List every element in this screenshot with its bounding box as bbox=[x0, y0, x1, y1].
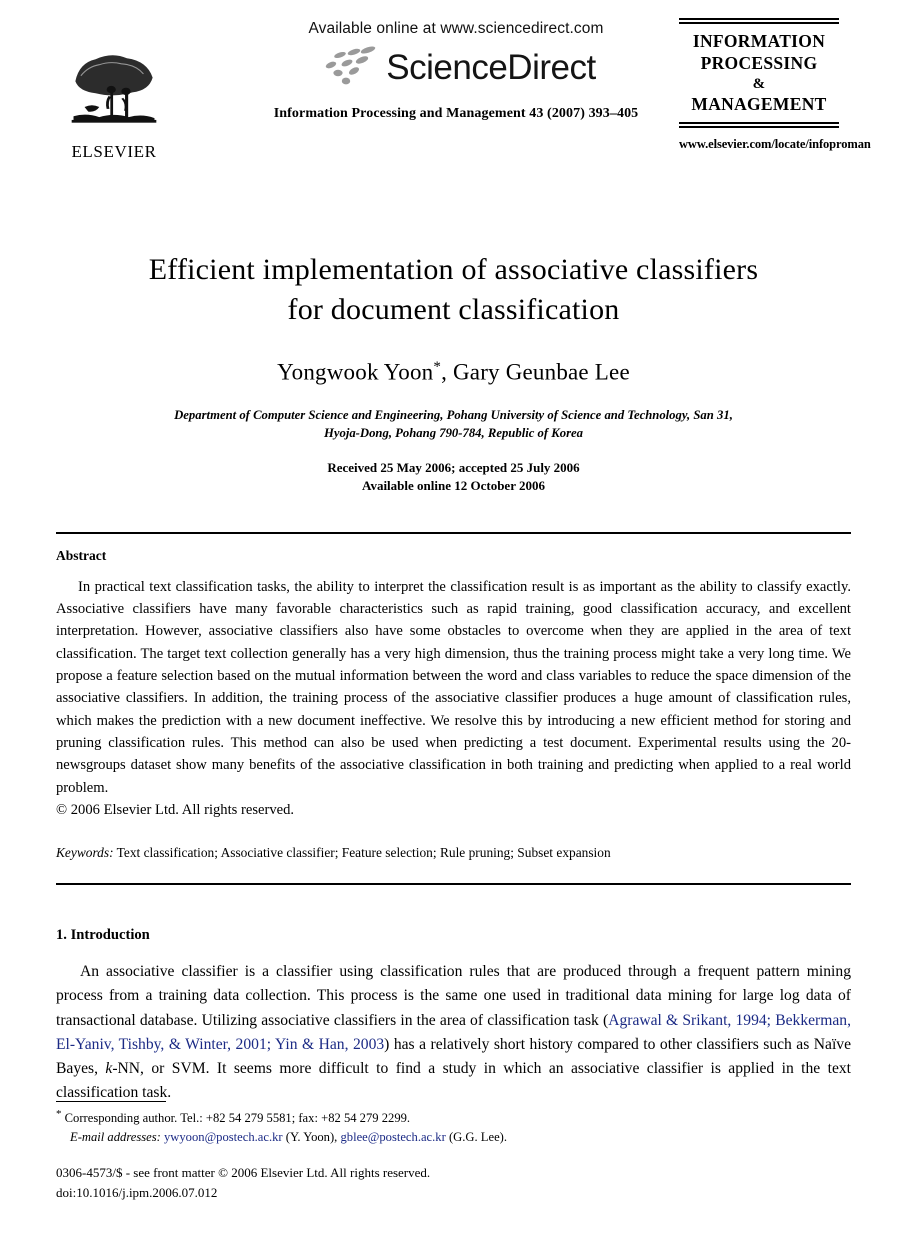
journal-homepage-url[interactable]: www.elsevier.com/locate/infoproman bbox=[679, 137, 871, 152]
email-link-lee[interactable]: gblee@postech.ac.kr bbox=[340, 1130, 445, 1144]
publication-dates: Received 25 May 2006; accepted 25 July 2… bbox=[56, 459, 851, 496]
author-name-2: , Gary Geunbae Lee bbox=[441, 359, 630, 385]
intro-text-part-3: -NN, or SVM. It seems more difficult to … bbox=[56, 1059, 851, 1102]
page-title: Efficient implementation of associative … bbox=[56, 250, 851, 329]
introduction-paragraph: An associative classifier is a classifie… bbox=[56, 960, 851, 1105]
footnote-marker: * bbox=[56, 1108, 62, 1121]
available-online-date: Available online 12 October 2006 bbox=[362, 478, 545, 494]
sciencedirect-block: Available online at www.sciencedirect.co… bbox=[246, 20, 666, 122]
sciencedirect-logo-row: ScienceDirect bbox=[246, 44, 666, 90]
corresponding-author-note: * Corresponding author. Tel.: +82 54 279… bbox=[56, 1107, 851, 1127]
title-line-2: for document classification bbox=[287, 292, 620, 326]
corresponding-author-marker: * bbox=[433, 359, 442, 376]
corresponding-author-text: Corresponding author. Tel.: +82 54 279 5… bbox=[64, 1111, 411, 1126]
doi-line[interactable]: doi:10.1016/j.ipm.2006.07.012 bbox=[56, 1183, 430, 1203]
keywords-value: Text classification; Associative classif… bbox=[116, 845, 611, 861]
author-list: Yongwook Yoon*, Gary Geunbae Lee bbox=[56, 359, 851, 386]
page-footer: 0306-4573/$ - see front matter © 2006 El… bbox=[56, 1163, 430, 1202]
email-owner-lee: (G.G. Lee). bbox=[448, 1129, 507, 1144]
author-name-1: Yongwook Yoon bbox=[277, 359, 434, 385]
email-link-yoon[interactable]: ywyoon@postech.ac.kr bbox=[164, 1130, 283, 1144]
abstract-top-rule bbox=[56, 531, 851, 534]
abstract-bottom-rule bbox=[56, 883, 851, 886]
sciencedirect-swoosh-icon bbox=[326, 46, 376, 85]
journal-box-line-4: MANAGEMENT bbox=[691, 93, 827, 114]
journal-box-line-1: INFORMATION bbox=[692, 31, 826, 51]
keywords-label: Keywords: bbox=[56, 845, 114, 861]
abstract-heading: Abstract bbox=[56, 547, 107, 563]
affiliation-line-2: Hyoja-Dong, Pohang 790-784, Republic of … bbox=[323, 426, 584, 441]
sciencedirect-wordmark: ScienceDirect bbox=[386, 47, 596, 87]
elsevier-wordmark: ELSEVIER bbox=[71, 142, 157, 161]
section-heading-introduction: 1. Introduction bbox=[56, 927, 150, 944]
email-owner-yoon: (Y. Yoon), bbox=[285, 1129, 338, 1144]
affiliation: Department of Computer Science and Engin… bbox=[56, 406, 851, 443]
available-online-text: Available online at www.sciencedirect.co… bbox=[308, 20, 604, 37]
email-label: E-mail addresses: bbox=[70, 1129, 161, 1144]
issn-front-matter-line: 0306-4573/$ - see front matter © 2006 El… bbox=[56, 1165, 431, 1180]
journal-box-top-rule bbox=[679, 18, 839, 24]
elsevier-logo: ELSEVIER bbox=[63, 50, 165, 160]
elsevier-tree-icon bbox=[71, 55, 157, 123]
journal-box-title: INFORMATION PROCESSING & MANAGEMENT bbox=[679, 29, 839, 117]
affiliation-line-1: Department of Computer Science and Engin… bbox=[174, 407, 733, 422]
citation-yin-han[interactable]: Yin & Han, 2003 bbox=[275, 1036, 384, 1053]
journal-logo-box: INFORMATION PROCESSING & MANAGEMENT www.… bbox=[679, 18, 871, 152]
title-block: Efficient implementation of associative … bbox=[56, 250, 851, 496]
email-addresses-note: E-mail addresses: ywyoon@postech.ac.kr (… bbox=[56, 1128, 851, 1146]
journal-box-bottom-rule bbox=[679, 122, 839, 129]
abstract-copyright: © 2006 Elsevier Ltd. All rights reserved… bbox=[56, 801, 295, 818]
masthead: ELSEVIER Available online at www.science… bbox=[56, 0, 871, 198]
keywords-line: Keywords: Text classification; Associati… bbox=[56, 843, 851, 863]
citation-agrawal-srikant[interactable]: Agrawal & Srikant, 1994; bbox=[608, 1012, 771, 1029]
journal-reference: Information Processing and Management 43… bbox=[273, 106, 639, 121]
footnotes: * Corresponding author. Tel.: +82 54 279… bbox=[56, 1101, 851, 1146]
journal-box-line-2: PROCESSING bbox=[700, 52, 818, 73]
footnote-separator-rule bbox=[56, 1101, 166, 1103]
paper-page: ELSEVIER Available online at www.science… bbox=[0, 0, 907, 1238]
received-accepted-date: Received 25 May 2006; accepted 25 July 2… bbox=[327, 459, 580, 475]
title-line-1: Efficient implementation of associative … bbox=[148, 253, 759, 286]
journal-box-line-3: & bbox=[752, 75, 766, 92]
abstract-text: In practical text classification tasks, … bbox=[56, 578, 851, 796]
